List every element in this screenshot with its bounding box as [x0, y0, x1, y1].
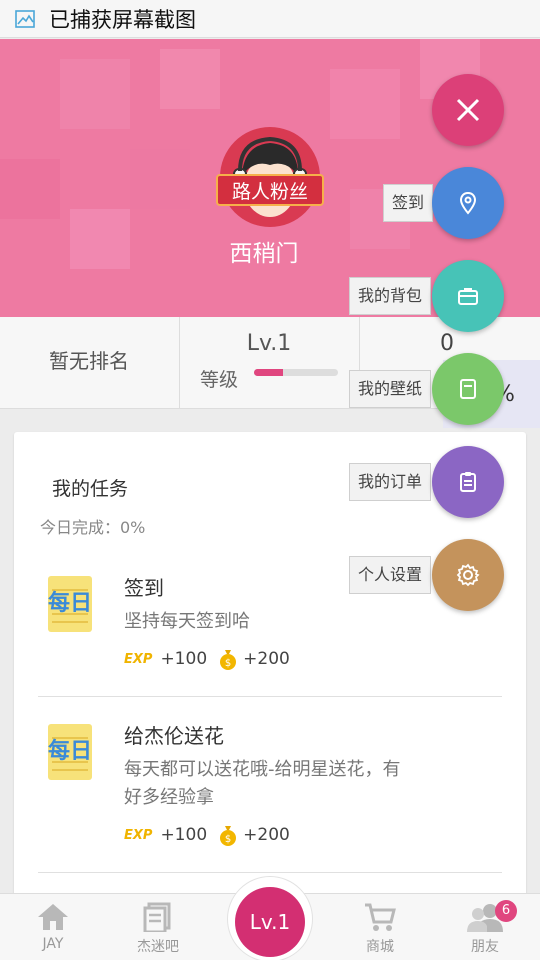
status-bar: 已捕获屏幕截图 — [0, 0, 540, 38]
exp-icon: EXP — [124, 651, 153, 667]
level-label: 等级 — [200, 369, 239, 391]
nav-item-shop[interactable]: 商城 — [335, 894, 425, 960]
forum-icon — [143, 902, 171, 932]
fab-label-orders[interactable]: 我的订单 — [349, 463, 432, 501]
task-divider — [38, 696, 502, 697]
fab-label-backpack[interactable]: 我的背包 — [349, 277, 432, 315]
level-value: Lv.1 — [246, 331, 292, 356]
home-icon — [38, 904, 68, 930]
location-pin-icon — [459, 191, 477, 215]
exp-icon: EXP — [124, 827, 153, 843]
friends-notification-badge: 6 — [495, 900, 517, 922]
daily-calendar-icon: 每日 — [48, 724, 92, 780]
daily-icon-text: 每日 — [48, 590, 92, 616]
briefcase-icon — [458, 288, 478, 305]
nav-center-level-button[interactable]: Lv.1 — [235, 887, 305, 957]
task-rewards: EXP +100 $ +200 — [124, 824, 290, 846]
level-stat[interactable]: Lv.1 等级 — [180, 317, 360, 409]
task-card-title: 我的任务 — [52, 478, 129, 500]
wallpaper-icon — [460, 379, 476, 399]
fab-label-wallpaper[interactable]: 我的壁纸 — [349, 370, 432, 408]
gear-icon — [456, 563, 480, 587]
nav-label: JAY — [42, 936, 64, 952]
coin-bag-icon: $ — [220, 650, 237, 670]
task-completion: 今日完成：0% — [40, 518, 146, 537]
nav-item-forum[interactable]: 杰迷吧 — [113, 894, 203, 960]
fan-level-badge: 路人粉丝 — [216, 174, 324, 206]
clipboard-icon — [460, 472, 476, 492]
nav-label: 商城 — [366, 939, 394, 955]
close-icon — [456, 98, 480, 122]
username: 西稍门 — [229, 241, 299, 267]
svg-text:$: $ — [225, 658, 231, 669]
screenshot-icon — [15, 9, 35, 28]
close-menu-button[interactable] — [432, 74, 504, 146]
task-divider — [38, 872, 502, 873]
task-item[interactable]: 每日 签到 坚持每天签到哈 EXP +100 $ +200 — [38, 572, 502, 692]
nav-label: 朋友 — [471, 939, 499, 955]
nav-item-jay[interactable]: JAY — [8, 894, 98, 960]
fab-label-settings[interactable]: 个人设置 — [349, 556, 432, 594]
fab-label-checkin[interactable]: 签到 — [383, 184, 434, 222]
level-progress-bar — [254, 369, 338, 376]
nav-label: 杰迷吧 — [137, 939, 179, 955]
settings-button[interactable] — [432, 539, 504, 611]
daily-icon-text: 每日 — [48, 738, 92, 764]
coin-reward: +200 — [243, 825, 290, 845]
coin-bag-icon: $ — [220, 826, 237, 846]
rank-stat[interactable]: 暂无排名 — [0, 317, 180, 409]
task-desc: 每天都可以送花哦-给明星送花，有好多经验拿 — [124, 759, 401, 808]
task-desc: 坚持每天签到哈 — [124, 611, 250, 632]
task-item[interactable]: 每日 给杰伦送花 每天都可以送花哦-给明星送花，有好多经验拿 EXP +100 … — [38, 720, 502, 860]
exp-reward: +100 — [160, 825, 208, 845]
task-name: 给杰伦送花 — [124, 724, 224, 748]
status-bar-title: 已捕获屏幕截图 — [49, 7, 196, 32]
backpack-button[interactable] — [432, 260, 504, 332]
task-rewards: EXP +100 $ +200 — [124, 648, 290, 670]
cart-icon — [365, 903, 396, 931]
nav-item-friends[interactable]: 朋友 — [440, 894, 530, 960]
task-name: 签到 — [124, 576, 164, 600]
level-progress-fill — [254, 369, 284, 376]
exp-reward: +100 — [160, 649, 208, 669]
count-value: 0 — [440, 331, 454, 356]
daily-calendar-icon: 每日 — [48, 576, 92, 632]
svg-text:$: $ — [225, 834, 231, 845]
wallpaper-button[interactable] — [432, 353, 504, 425]
coin-reward: +200 — [243, 649, 290, 669]
checkin-button[interactable] — [432, 167, 504, 239]
orders-button[interactable] — [432, 446, 504, 518]
rank-text: 暂无排名 — [49, 349, 129, 373]
